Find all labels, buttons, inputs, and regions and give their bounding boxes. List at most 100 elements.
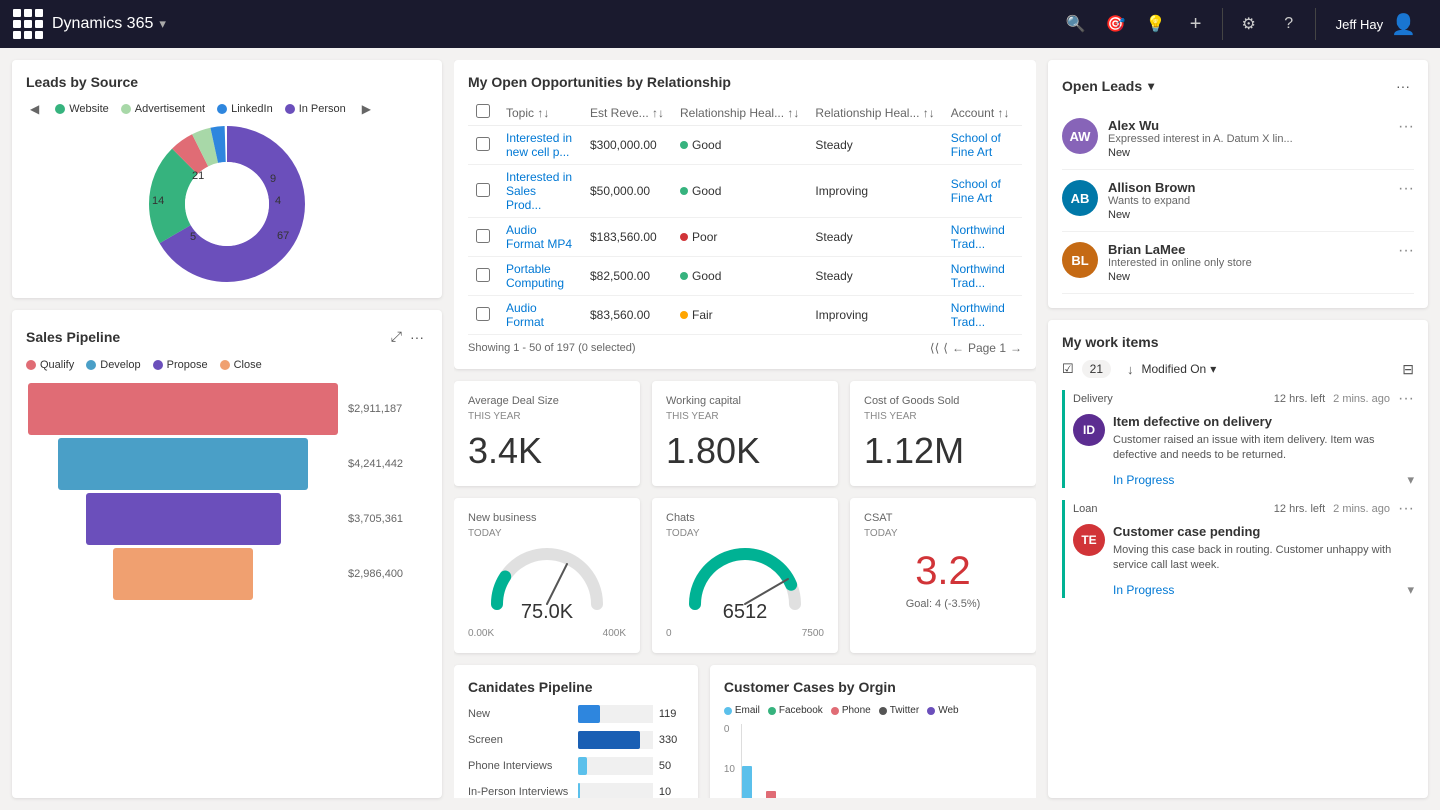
opp-row-4: Audio Format $83,560.00 Fair Improving N…: [468, 296, 1022, 335]
search-button[interactable]: 🔍: [1058, 6, 1094, 42]
work-item-1: Loan 12 hrs. left 2 mins. ago ··· TE Cus…: [1062, 500, 1414, 598]
sort-chevron-icon: ▾: [1210, 362, 1216, 376]
advertisement-dot: [121, 104, 131, 114]
opp-topic-header[interactable]: Topic ↑↓: [498, 100, 582, 126]
row-checkbox-2[interactable]: [476, 229, 490, 243]
opp-account-link-4[interactable]: Northwind Trad...: [951, 301, 1005, 329]
kpi-cogs-title: Cost of Goods Sold: [864, 395, 1022, 407]
web-dot: [927, 707, 935, 715]
cases-y-label-10: 10: [724, 764, 735, 775]
opp-health-cell: Good: [672, 165, 807, 218]
opp-account-header[interactable]: Account ↑↓: [943, 100, 1022, 126]
opp-account-link-1[interactable]: School of Fine Art: [951, 177, 1001, 205]
leads-donut-chart: 21 9 4 14 5 67: [122, 124, 332, 284]
wi-more-0[interactable]: ···: [1398, 390, 1414, 408]
wi-chevron-0[interactable]: ▾: [1407, 472, 1414, 488]
leads-legend: ◀ Website Advertisement LinkedIn In Pers…: [26, 100, 428, 118]
app-title-chevron[interactable]: ▾: [159, 16, 166, 32]
row-checkbox-4[interactable]: [476, 307, 490, 321]
lead-more-1[interactable]: ···: [1398, 180, 1414, 198]
csat-value: 3.2: [864, 549, 1022, 594]
cases-bars-container: [741, 724, 1022, 798]
legend-next[interactable]: ▶: [358, 100, 375, 118]
opp-topic-cell: Audio Format MP4: [498, 218, 582, 257]
wi-more-1[interactable]: ···: [1398, 500, 1414, 518]
lead-more-2[interactable]: ···: [1398, 242, 1414, 260]
open-leads-card: Open Leads ▾ ··· AW Alex Wu Expressed in…: [1048, 60, 1428, 308]
legend-prev[interactable]: ◀: [26, 100, 43, 118]
opp-topic-link-1[interactable]: Interested in Sales Prod...: [506, 170, 572, 212]
work-items-header: My work items: [1062, 334, 1414, 350]
opp-revenue-header[interactable]: Est Reve... ↑↓: [582, 100, 672, 126]
develop-dot: [86, 360, 96, 370]
candidate-label-3: In-Person Interviews: [468, 786, 578, 798]
settings-button[interactable]: ⚙: [1231, 6, 1267, 42]
wi-tag-0: Delivery: [1073, 393, 1274, 405]
app-grid-button[interactable]: [12, 8, 44, 40]
cases-legend-phone: Phone: [831, 705, 871, 716]
lead-name-0[interactable]: Alex Wu: [1108, 118, 1398, 133]
pipeline-expand-button[interactable]: ⤢: [387, 324, 406, 349]
opp-topic-link-2[interactable]: Audio Format MP4: [506, 223, 572, 251]
user-profile[interactable]: Jeff Hay 👤: [1324, 12, 1428, 37]
wi-avatar-1: TE: [1073, 524, 1105, 556]
lead-more-0[interactable]: ···: [1398, 118, 1414, 136]
opp-health-cell: Good: [672, 257, 807, 296]
opp-revenue-cell: $82,500.00: [582, 257, 672, 296]
row-checkbox-0[interactable]: [476, 137, 490, 151]
kpi-wc-period: THIS YEAR: [666, 411, 824, 422]
csat-goal: Goal: 4 (-3.5%): [864, 598, 1022, 610]
opp-topic-link-0[interactable]: Interested in new cell p...: [506, 131, 572, 159]
funnel-bar-develop: [58, 438, 308, 490]
opp-health2-header[interactable]: Relationship Heal... ↑↓: [807, 100, 942, 126]
main-content: Leads by Source ◀ Website Advertisement …: [0, 48, 1440, 810]
add-button[interactable]: +: [1178, 6, 1214, 42]
opp-topic-link-4[interactable]: Audio Format: [506, 301, 544, 329]
opp-page-indicator: Page 1: [968, 341, 1006, 355]
csat-title: CSAT: [864, 512, 1022, 524]
pipeline-more-button[interactable]: ···: [406, 325, 428, 349]
opp-page-nav[interactable]: ⟨⟨ ⟨ ← Page 1 →: [930, 341, 1022, 355]
help-button[interactable]: ?: [1271, 6, 1307, 42]
open-leads-more-button[interactable]: ···: [1392, 74, 1414, 98]
target-button[interactable]: 🎯: [1098, 6, 1134, 42]
opp-health1-header[interactable]: Relationship Heal... ↑↓: [672, 100, 807, 126]
app-title: Dynamics 365: [52, 15, 153, 33]
candidate-bar-row-0: New 119: [468, 705, 684, 723]
pipeline-title: Sales Pipeline: [26, 329, 387, 345]
lead-desc-0: Expressed interest in A. Datum X lin...: [1108, 133, 1398, 145]
funnel-value-close: $2,986,400: [348, 568, 428, 580]
row-checkbox-1[interactable]: [476, 183, 490, 197]
opp-first-page[interactable]: ⟨⟨: [930, 341, 939, 355]
svg-text:67: 67: [277, 230, 289, 242]
opp-prev-page[interactable]: ⟨: [943, 341, 948, 355]
svg-text:9: 9: [270, 173, 276, 185]
work-items-sort[interactable]: Modified On ▾: [1142, 362, 1217, 376]
row-checkbox-3[interactable]: [476, 268, 490, 282]
chats-period: TODAY: [666, 528, 824, 539]
lightbulb-button[interactable]: 💡: [1138, 6, 1174, 42]
select-all-checkbox[interactable]: [476, 104, 490, 118]
opp-row-0: Interested in new cell p... $300,000.00 …: [468, 126, 1022, 165]
opp-account-link-0[interactable]: School of Fine Art: [951, 131, 1001, 159]
opp-account-link-2[interactable]: Northwind Trad...: [951, 223, 1005, 251]
chats-title: Chats: [666, 512, 824, 524]
wi-chevron-1[interactable]: ▾: [1407, 582, 1414, 598]
work-items-list: Delivery 12 hrs. left 2 mins. ago ··· ID…: [1062, 390, 1414, 598]
lead-name-2[interactable]: Brian LaMee: [1108, 242, 1398, 257]
open-leads-chevron-icon[interactable]: ▾: [1148, 79, 1154, 93]
nav-divider: [1222, 8, 1223, 40]
cases-bar-0-0: [742, 766, 752, 798]
leads-chart: 21 9 4 14 5 67: [26, 124, 428, 284]
opp-topic-link-3[interactable]: Portable Computing: [506, 262, 564, 290]
candidates-title: Canidates Pipeline: [468, 679, 684, 695]
lead-name-1[interactable]: Allison Brown: [1108, 180, 1398, 195]
opp-row-2: Audio Format MP4 $183,560.00 Poor Steady…: [468, 218, 1022, 257]
opp-next-page[interactable]: →: [1010, 341, 1022, 355]
legend-advertisement: Advertisement: [121, 103, 205, 115]
customer-cases-card: Customer Cases by Orgin EmailFacebookPho…: [710, 665, 1036, 798]
opp-account-link-3[interactable]: Northwind Trad...: [951, 262, 1005, 290]
funnel-bar-close: [113, 548, 253, 600]
filter-icon[interactable]: ⊟: [1402, 361, 1414, 378]
funnel-row-propose: $3,705,361: [26, 493, 428, 545]
